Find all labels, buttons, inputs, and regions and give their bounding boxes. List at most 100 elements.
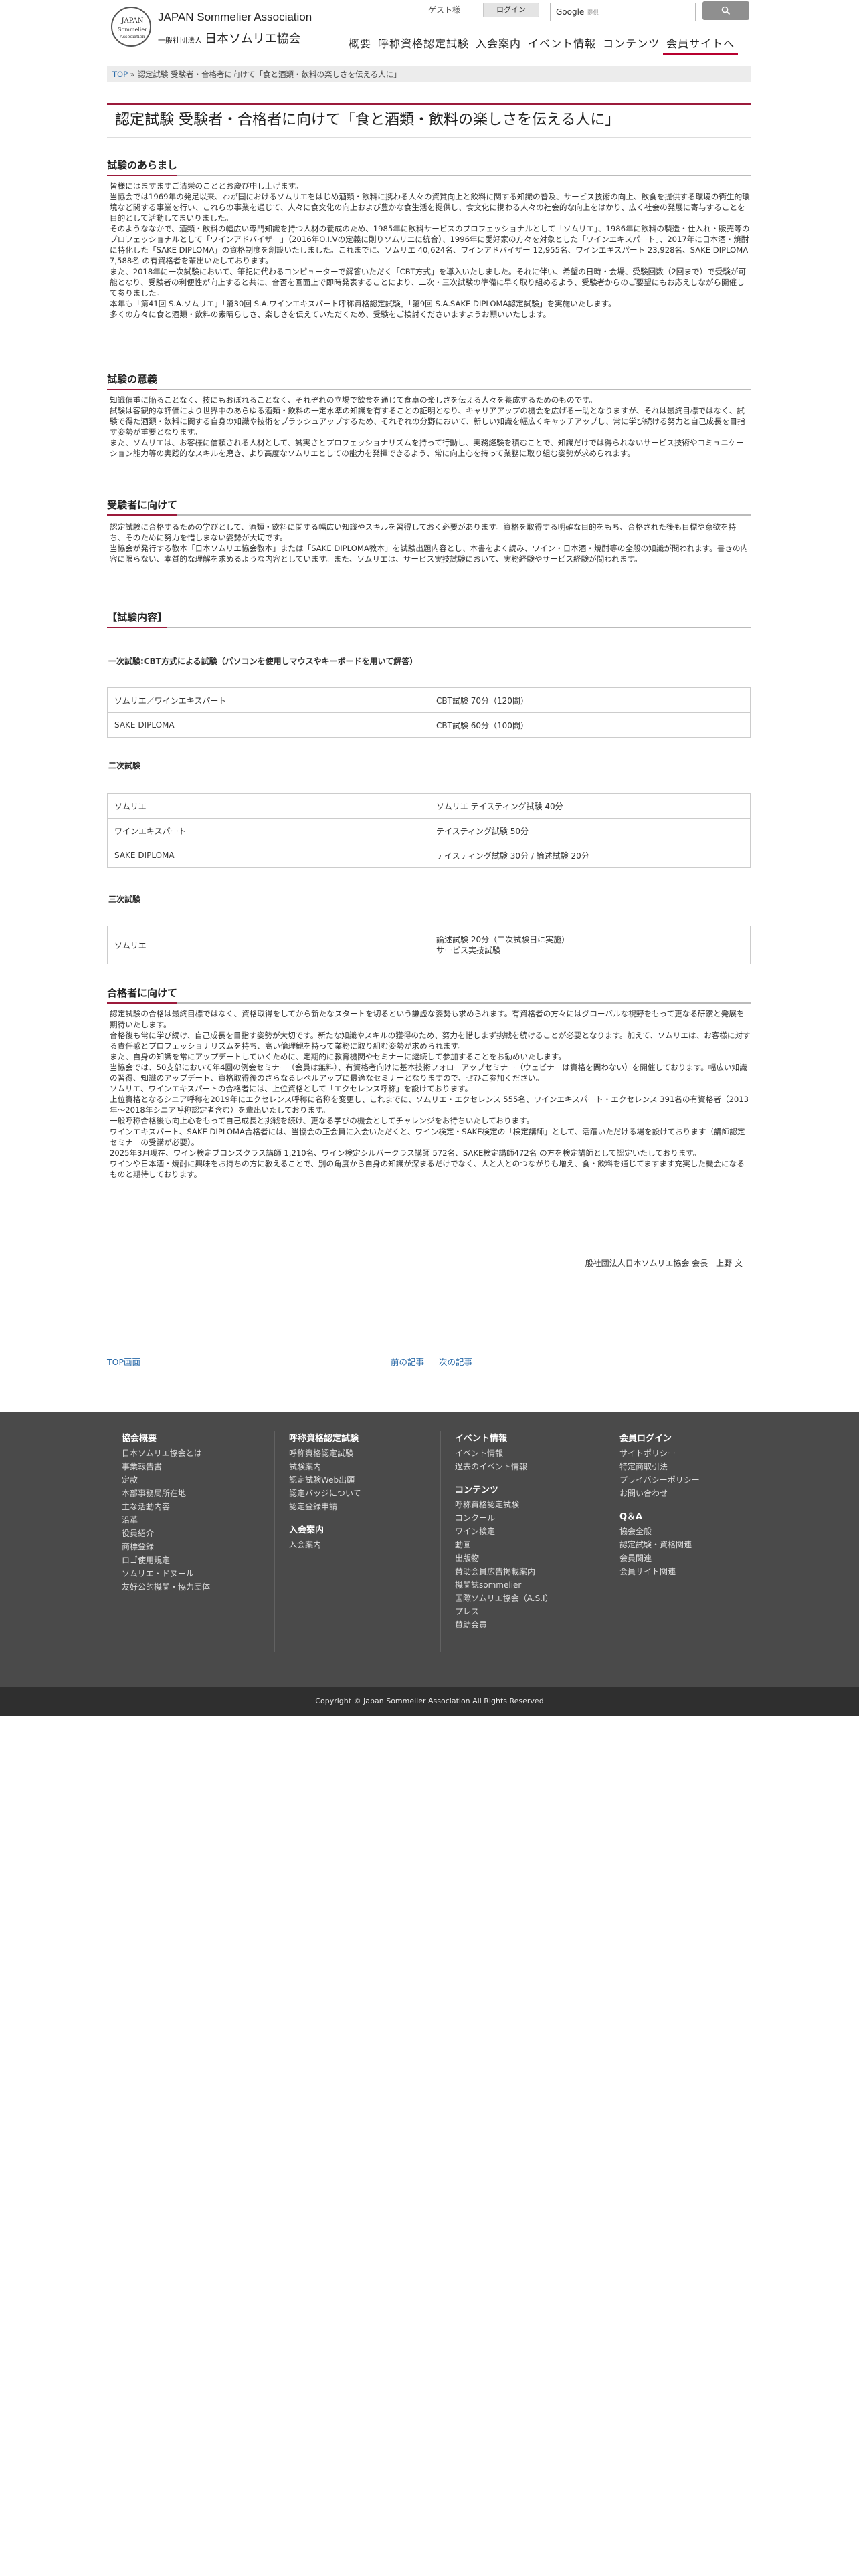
page-title-box: 認定試験 受験者・合格者に向けて「食と酒類・飲料の楽しさを伝える人に」 [107,103,751,138]
exam-detail: テイスティング試験 50分 [429,818,751,843]
footer-link[interactable]: 認定バッジについて [289,1487,409,1500]
footer-link[interactable]: 認定試験・資格関連 [619,1538,740,1551]
paragraph: ワインエキスパート、SAKE DIPLOMA合格者には、当協会の正会員に入会いた… [110,1127,745,1147]
search-button[interactable] [702,1,749,20]
main-nav: 概要 呼称資格認定試験 入会案内 イベント情報 コンテンツ 会員サイトへ [345,35,739,55]
nav-exam[interactable]: 呼称資格認定試験 [375,35,472,55]
exam-qualification: ワインエキスパート [107,818,430,843]
footer-link[interactable]: 入会案内 [289,1538,409,1551]
logo-emblem-text: Association [120,34,145,39]
paragraph: 認定試験の合格は最終目標ではなく、資格取得をしてから新たなスタートを切るという謙… [110,1009,745,1029]
footer-gap [619,1500,740,1509]
footer-link[interactable]: プレス [455,1605,575,1618]
nav-overview[interactable]: 概要 [345,35,375,55]
footer-link[interactable]: 友好公的機関・協力団体 [122,1580,242,1594]
footer-link[interactable]: ソムリエ・ドヌール [122,1567,242,1580]
nav-member-site[interactable]: 会員サイトへ [663,35,739,55]
site-header: JAPAN Sommelier Association JAPAN Sommel… [0,0,859,67]
footer-link[interactable]: 賛助会員 [455,1618,575,1632]
next-article-link[interactable]: 次の記事 [439,1355,472,1368]
footer-link[interactable]: 過去のイベント情報 [455,1460,575,1473]
paragraph: 認定試験に合格するための学びとして、酒類・飲料に関する幅広い知識やスキルを習得し… [110,522,737,542]
footer-link[interactable]: 呼称資格認定試験 [289,1446,409,1460]
table-row: ワインエキスパート テイスティング試験 50分 [107,818,751,843]
search-input[interactable]: Google 提供 [550,3,696,21]
nav-events[interactable]: イベント情報 [524,35,599,55]
footer-link[interactable]: サイトポリシー [619,1446,740,1460]
footer-col-about: 協会概要 日本ソムリエ協会とは 事業報告書 定款 本部事務局所在地 主な活動内容… [122,1431,242,1594]
site-logo[interactable]: JAPAN Sommelier Association JAPAN Sommel… [111,7,312,48]
footer-link[interactable]: 沿革 [122,1513,242,1527]
exam-detail: ソムリエ テイスティング試験 40分 [429,793,751,819]
footer-link[interactable]: 会員サイト関連 [619,1565,740,1578]
paragraph: 合格後も常に学び続け、自己成長を目指す姿勢が大切です。新たな知識やスキルの獲得の… [110,1031,751,1051]
search-brand: Google [556,7,585,17]
footer-link[interactable]: 賛助会員広告掲載案内 [455,1565,575,1578]
paragraph: 多くの方々に食と酒類・飲料の素晴らしさ、楽しさを伝えていただくため、受験をご検討… [110,310,551,319]
footer-link[interactable]: 国際ソムリエ協会（A.S.I） [455,1592,575,1605]
exam-detail: CBT試験 60分（100問） [429,712,751,738]
footer-link[interactable]: プライバシーポリシー [619,1473,740,1487]
footer-divider [440,1431,441,1652]
paragraph: ワインや日本酒・焼酎に興味をお持ちの方に教えることで、別の角度から自身の知識が深… [110,1159,745,1179]
search-placeholder: 提供 [587,10,599,17]
footer-link[interactable]: 本部事務局所在地 [122,1487,242,1500]
exam-qualification: ソムリエ [107,926,430,964]
section-heading-text: 受験者に向けて [107,498,178,516]
section-heading-overview: 試験のあらまし [107,158,751,176]
paragraph: 当協会では、50支部において年4回の例会セミナー（会員は無料）、有資格者向けに基… [110,1063,747,1083]
footer-heading: Q＆A [619,1512,643,1522]
footer-link[interactable]: お問い合わせ [619,1487,740,1500]
logo-english-name: JAPAN Sommelier Association [158,11,312,23]
nav-contents[interactable]: コンテンツ [599,35,663,55]
prev-article-link[interactable]: 前の記事 [391,1355,424,1368]
footer-heading: 呼称資格認定試験 [289,1434,359,1444]
footer-link[interactable]: 認定試験Web出願 [289,1473,409,1487]
footer-link[interactable]: ロゴ使用規定 [122,1553,242,1567]
top-page-link[interactable]: TOP画面 [107,1355,140,1368]
footer-link[interactable]: 出版物 [455,1551,575,1565]
paragraph: 皆様にはますますご清栄のこととお慶び申し上げます。 [110,181,303,191]
first-exam-table: ソムリエ／ワインエキスパート CBT試験 70分（120問） SAKE DIPL… [107,687,751,738]
footer-col-exam: 呼称資格認定試験 呼称資格認定試験 試験案内 認定試験Web出願 認定バッジにつ… [289,1431,409,1551]
nav-membership[interactable]: 入会案内 [472,35,524,55]
footer-link[interactable]: 日本ソムリエ協会とは [122,1446,242,1460]
table-row: SAKE DIPLOMA テイスティング試験 30分 / 論述試験 20分 [107,843,751,868]
footer-link[interactable]: 試験案内 [289,1460,409,1473]
overview-text: 皆様にはますますご清栄のこととお慶び申し上げます。 当協会では1969年の発足以… [110,181,751,320]
section-heading-passers: 合格者に向けて [107,986,751,1004]
footer-link[interactable]: 協会全般 [619,1525,740,1538]
login-button[interactable]: ログイン [483,3,539,17]
breadcrumb: TOP » 認定試験 受験者・合格者に向けて「食と酒類・飲料の楽しさを伝える人に… [107,66,751,82]
footer-link[interactable]: 事業報告書 [122,1460,242,1473]
passers-text: 認定試験の合格は最終目標ではなく、資格取得をしてから新たなスタートを切るという謙… [110,1008,751,1180]
footer-link[interactable]: 呼称資格認定試験 [455,1498,575,1511]
logo-org-type: 一般社団法人 [158,36,202,45]
footer-link[interactable]: ワイン検定 [455,1525,575,1538]
section-heading-text: 試験のあらまし [107,158,178,176]
footer-link[interactable]: 会員関連 [619,1551,740,1565]
paragraph: 知識偏重に陥ることなく、技にもおぼれることなく、それぞれの立場で飲食を通じて食卓… [110,395,597,405]
breadcrumb-top-link[interactable]: TOP [112,70,128,79]
footer-link[interactable]: 動画 [455,1538,575,1551]
footer-link[interactable]: 役員紹介 [122,1527,242,1540]
exam-detail: CBT試験 70分（120問） [429,687,751,713]
footer-link[interactable]: 商標登録 [122,1540,242,1553]
breadcrumb-separator: » [128,70,138,79]
footer-link[interactable]: イベント情報 [455,1446,575,1460]
section-heading-content: 【試験内容】 [107,610,751,628]
footer-link[interactable]: コンクール [455,1511,575,1525]
paragraph: 一般呼称合格後も向上心をもって自己成長と挑戦を続け、更なる学びの機会としてチャレ… [110,1116,535,1125]
exam-detail-line: サービス実技試験 [436,946,501,955]
footer-link[interactable]: 認定登録申請 [289,1500,409,1513]
paragraph: 本年も「第41回 S.A.ソムリエ」「第30回 S.A.ワインエキスパート呼称資… [110,299,616,308]
significance-text: 知識偏重に陥ることなく、技にもおぼれることなく、それぞれの立場で飲食を通じて食卓… [110,395,751,459]
footer-link[interactable]: 特定商取引法 [619,1460,740,1473]
exam-qualification: SAKE DIPLOMA [107,712,430,738]
magnifier-icon [721,6,731,15]
footer-heading: 入会案内 [289,1525,324,1535]
footer-link[interactable]: 機関誌sommelier [455,1578,575,1592]
footer-link[interactable]: 定款 [122,1473,242,1487]
footer-link[interactable]: 主な活動内容 [122,1500,242,1513]
section-heading-candidates: 受験者に向けて [107,498,751,516]
